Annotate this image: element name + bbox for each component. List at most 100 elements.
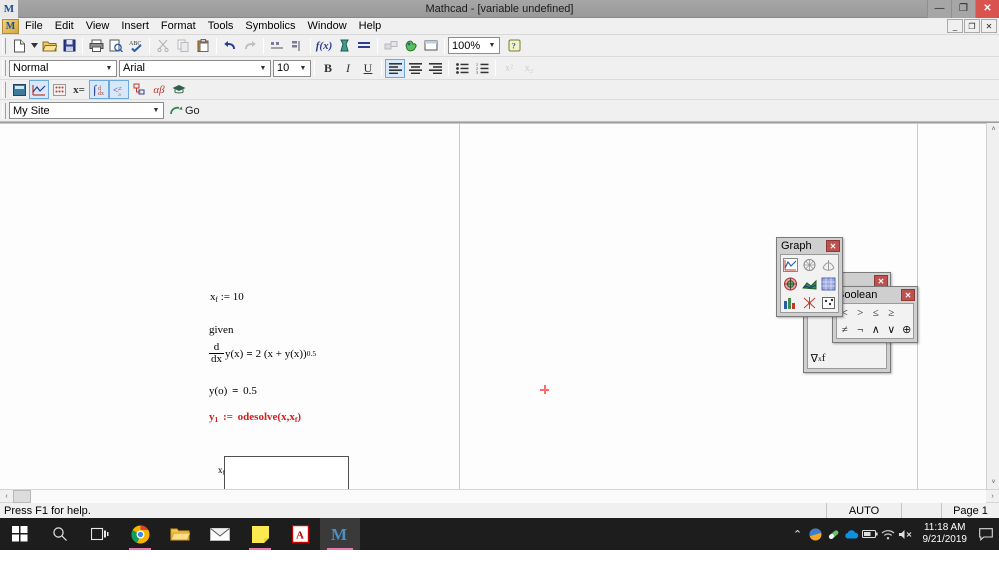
acrobat-taskbar-icon[interactable]: A [280, 518, 320, 550]
symbolic-toolbar-button[interactable] [169, 80, 189, 99]
copy-button[interactable] [173, 36, 193, 55]
chevron-down-icon[interactable]: ▼ [485, 38, 499, 53]
graph-palette[interactable]: Graph ✕ [776, 237, 843, 317]
sticky-notes-taskbar-icon[interactable] [240, 518, 280, 550]
mail-taskbar-icon[interactable] [200, 518, 240, 550]
help-button[interactable]: ? [504, 36, 524, 55]
greater-equal-icon[interactable]: ≥ [884, 304, 900, 321]
worksheet-canvas[interactable]: xf := 10 given d dx y(x) = 2 (x + y(x)) … [0, 122, 999, 489]
gradient-operator-icon[interactable]: ∇xf [808, 348, 828, 368]
bar-chart-icon[interactable] [781, 293, 800, 312]
scroll-up-button[interactable]: ˄ [987, 123, 999, 136]
menu-window[interactable]: Window [302, 19, 353, 33]
horizontal-scroll-thumb[interactable] [13, 490, 31, 503]
insert-unit-button[interactable] [334, 36, 354, 55]
math-region-xf-assign[interactable]: xf := 10 [210, 291, 244, 304]
numbered-list-button[interactable]: 123 [472, 59, 492, 78]
boolean-toolbar-button[interactable]: <≠≥ [109, 80, 129, 99]
toolbar-grip[interactable] [2, 82, 6, 98]
print-preview-button[interactable] [106, 36, 126, 55]
calculator-toolbar-button[interactable] [9, 80, 29, 99]
chevron-down-icon[interactable]: ▼ [149, 103, 163, 118]
logical-or-icon[interactable]: ∨ [884, 321, 900, 338]
greek-toolbar-button[interactable]: αβ [149, 80, 169, 99]
print-button[interactable] [86, 36, 106, 55]
underline-button[interactable]: U [358, 59, 378, 78]
volume-muted-tray-icon[interactable] [897, 518, 915, 550]
new-dropdown-arrow[interactable] [29, 36, 39, 55]
mathcad-taskbar-icon[interactable]: M [320, 518, 360, 550]
contour-plot-icon[interactable] [781, 274, 800, 293]
pill-tray-icon[interactable] [825, 518, 843, 550]
math-region-given[interactable]: given [209, 324, 233, 336]
site-combo[interactable]: My Site ▼ [9, 102, 164, 119]
zoom-combo[interactable]: 100% ▼ [448, 37, 500, 54]
matrix-toolbar-button[interactable] [49, 80, 69, 99]
open-button[interactable] [39, 36, 59, 55]
menu-insert[interactable]: Insert [115, 19, 155, 33]
menu-symbolics[interactable]: Symbolics [239, 19, 301, 33]
math-region-initial-condition[interactable]: y(o) = 0.5 [209, 385, 257, 397]
toolbar-grip[interactable] [2, 60, 6, 76]
math-region-odesolve[interactable]: y1 := odesolve(x,xf) [209, 411, 301, 424]
boolean-palette[interactable]: Boolean ✕ < > ≤ ≥ ≠ ¬ ∧ ∨ ⊕ [832, 286, 918, 343]
evaluation-toolbar-button[interactable]: x= [69, 80, 89, 99]
insert-area-button[interactable] [421, 36, 441, 55]
less-equal-icon[interactable]: ≤ [868, 304, 884, 321]
vector-field-icon[interactable] [800, 293, 819, 312]
close-button[interactable]: ✕ [975, 0, 999, 18]
run-button[interactable] [401, 36, 421, 55]
graph-palette-titlebar[interactable]: Graph ✕ [777, 238, 842, 254]
save-button[interactable] [59, 36, 79, 55]
vertical-scrollbar[interactable]: ˄ ˅ [986, 123, 999, 489]
cut-button[interactable] [153, 36, 173, 55]
dropbox-tray-icon[interactable] [807, 518, 825, 550]
menu-view[interactable]: View [80, 19, 116, 33]
boolean-palette-titlebar[interactable]: Boolean ✕ [833, 287, 917, 303]
xy-plot-region[interactable] [224, 456, 349, 489]
logical-and-icon[interactable]: ∧ [868, 321, 884, 338]
menu-edit[interactable]: Edit [49, 19, 80, 33]
superscript-button[interactable]: x² [499, 59, 519, 78]
3d-bar-plot-icon[interactable] [800, 274, 819, 293]
mdi-minimize-button[interactable]: _ [947, 19, 963, 33]
spellcheck-button[interactable]: ABC [126, 36, 146, 55]
align-right-button[interactable] [425, 59, 445, 78]
menu-file[interactable]: File [19, 19, 49, 33]
subscript-button[interactable]: x₂ [519, 59, 539, 78]
font-size-combo[interactable]: 10 ▼ [273, 60, 311, 77]
tray-chevron-icon[interactable]: ⌃ [789, 518, 807, 550]
notification-icon[interactable] [975, 518, 997, 550]
boolean-palette-close-icon[interactable]: ✕ [901, 289, 915, 301]
maximize-button[interactable]: ❐ [951, 0, 975, 18]
menu-format[interactable]: Format [155, 19, 202, 33]
undo-button[interactable] [220, 36, 240, 55]
start-button[interactable] [0, 518, 40, 550]
onedrive-tray-icon[interactable] [843, 518, 861, 550]
file-explorer-taskbar-icon[interactable] [160, 518, 200, 550]
chevron-down-icon[interactable]: ▼ [256, 61, 270, 76]
3d-scatter-plot-icon[interactable] [819, 274, 838, 293]
polar-plot-icon[interactable] [800, 255, 819, 274]
style-combo[interactable]: Normal ▼ [9, 60, 117, 77]
search-icon[interactable] [40, 518, 80, 550]
graph-toolbar-button[interactable] [29, 80, 49, 99]
redo-button[interactable] [240, 36, 260, 55]
zoom-trace-icon[interactable] [819, 293, 838, 312]
menu-tools[interactable]: Tools [202, 19, 240, 33]
font-combo[interactable]: Arial ▼ [119, 60, 271, 77]
taskbar-clock[interactable]: 11:18 AM 9/21/2019 [915, 522, 976, 546]
scroll-left-button[interactable]: ‹ [0, 490, 13, 503]
greater-than-icon[interactable]: > [853, 304, 869, 321]
horizontal-scroll-track[interactable] [13, 490, 986, 503]
chrome-taskbar-icon[interactable] [120, 518, 160, 550]
toolbar-grip[interactable] [2, 103, 6, 119]
scroll-right-button[interactable]: › [986, 490, 999, 503]
surface-plot-icon[interactable] [819, 255, 838, 274]
wifi-tray-icon[interactable] [879, 518, 897, 550]
scroll-down-button[interactable]: ˅ [987, 476, 999, 489]
calculus-toolbar-button[interactable]: ∫ddx [89, 80, 109, 99]
battery-tray-icon[interactable] [861, 518, 879, 550]
calculate-button[interactable] [354, 36, 374, 55]
align-across-button[interactable] [267, 36, 287, 55]
